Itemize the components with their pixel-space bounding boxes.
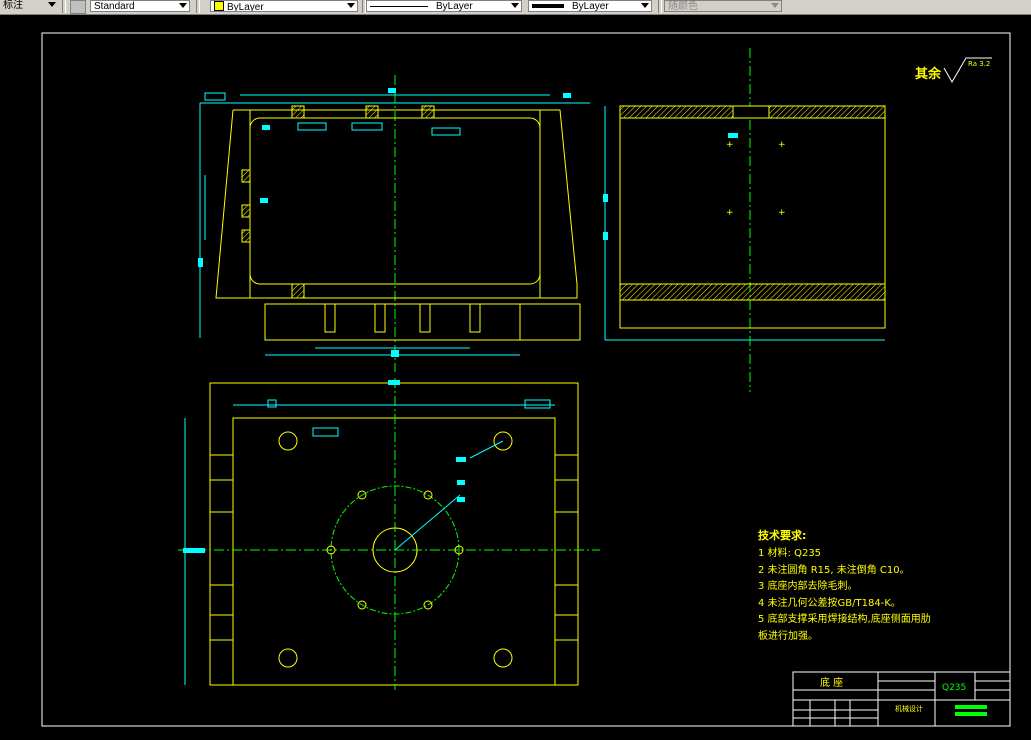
tech-note: 1 材料: Q235	[758, 546, 821, 559]
weld-hatch	[421, 105, 435, 119]
school-bar	[955, 712, 987, 716]
hole-mark: +	[726, 208, 734, 218]
roughness-prefix: 其余	[915, 66, 942, 82]
chevron-down-icon[interactable]	[641, 3, 649, 8]
company-name: 机械设计	[895, 704, 923, 713]
hole-mark: +	[778, 208, 786, 218]
chevron-down-icon[interactable]	[179, 3, 187, 8]
linetype-combo[interactable]: ByLayer	[366, 0, 522, 12]
text-style-combo[interactable]: Standard	[90, 0, 190, 12]
toolbar-separator	[196, 0, 200, 13]
plot-style-combo: 随颜色	[664, 0, 782, 12]
chevron-down-icon[interactable]	[511, 3, 519, 8]
weld-hatch	[365, 105, 379, 119]
weld-hatch	[241, 229, 251, 243]
dimension-text	[603, 232, 608, 240]
dimension-text	[388, 88, 396, 93]
linetype-value: ByLayer	[436, 1, 473, 12]
weld-hatch	[291, 105, 305, 119]
drawing-canvas[interactable]: + + + + 其余 Ra 3.2 技术要求: 1 材料: Q235 2 未注圆…	[0, 15, 1031, 740]
linetype-sample-icon	[370, 5, 428, 7]
model-space	[0, 15, 1031, 740]
hole-mark: +	[726, 140, 734, 150]
school-bar	[955, 705, 987, 709]
chevron-down-icon[interactable]	[347, 3, 355, 8]
toolbar-separator	[62, 0, 66, 13]
dimension-text	[456, 457, 466, 462]
toolbar-separator	[658, 0, 662, 13]
tech-note: 板进行加强。	[758, 629, 818, 642]
dimension-text	[391, 350, 399, 357]
tech-title: 技术要求:	[758, 528, 806, 542]
material-value: Q235	[942, 683, 966, 693]
part-name: 底 座	[820, 676, 843, 689]
color-combo[interactable]: ByLayer	[210, 0, 358, 12]
hole-mark: +	[778, 140, 786, 150]
dimension-text	[457, 497, 465, 502]
weld-hatch	[241, 169, 251, 183]
chevron-down-icon	[771, 3, 779, 8]
dimension-text	[198, 258, 203, 267]
dim-style-combo[interactable]: 标注	[0, 0, 58, 12]
dimension-text	[262, 125, 270, 130]
dimension-text	[260, 198, 268, 203]
dimension-text	[603, 194, 608, 202]
slot-gap	[732, 105, 770, 119]
lineweight-combo[interactable]: ByLayer	[528, 0, 652, 12]
color-value: ByLayer	[227, 2, 264, 12]
dimension-text	[457, 480, 465, 485]
plot-style-value: 随颜色	[668, 1, 698, 12]
lineweight-value: ByLayer	[572, 1, 609, 12]
bottom-plate-hatch	[619, 283, 886, 301]
properties-toolbar: 标注 Standard ByLayer ByLayer ByLayer 随颜色	[0, 0, 1031, 15]
weld-hatch	[291, 283, 305, 299]
tech-note: 5 底部支撑采用焊接结构,底座侧面用肋	[758, 612, 931, 625]
tech-note: 3 底座内部去除毛刺。	[758, 579, 858, 592]
text-style-icon[interactable]	[70, 0, 86, 14]
roughness-value: Ra 3.2	[968, 60, 990, 68]
chevron-down-icon[interactable]	[48, 2, 56, 7]
text-style-value: Standard	[94, 1, 135, 12]
dimension-text	[183, 548, 205, 553]
dim-style-label: 标注	[3, 0, 23, 11]
dimension-text	[563, 93, 571, 98]
weld-hatch	[241, 204, 251, 218]
color-swatch-icon	[214, 1, 224, 11]
lineweight-sample-icon	[532, 4, 564, 9]
dimension-text	[728, 133, 738, 138]
tech-note: 4 未注几何公差按GB/T184-K。	[758, 596, 901, 609]
dimension-text	[388, 380, 400, 385]
tech-note: 2 未注圆角 R15, 未注倒角 C10。	[758, 563, 910, 576]
